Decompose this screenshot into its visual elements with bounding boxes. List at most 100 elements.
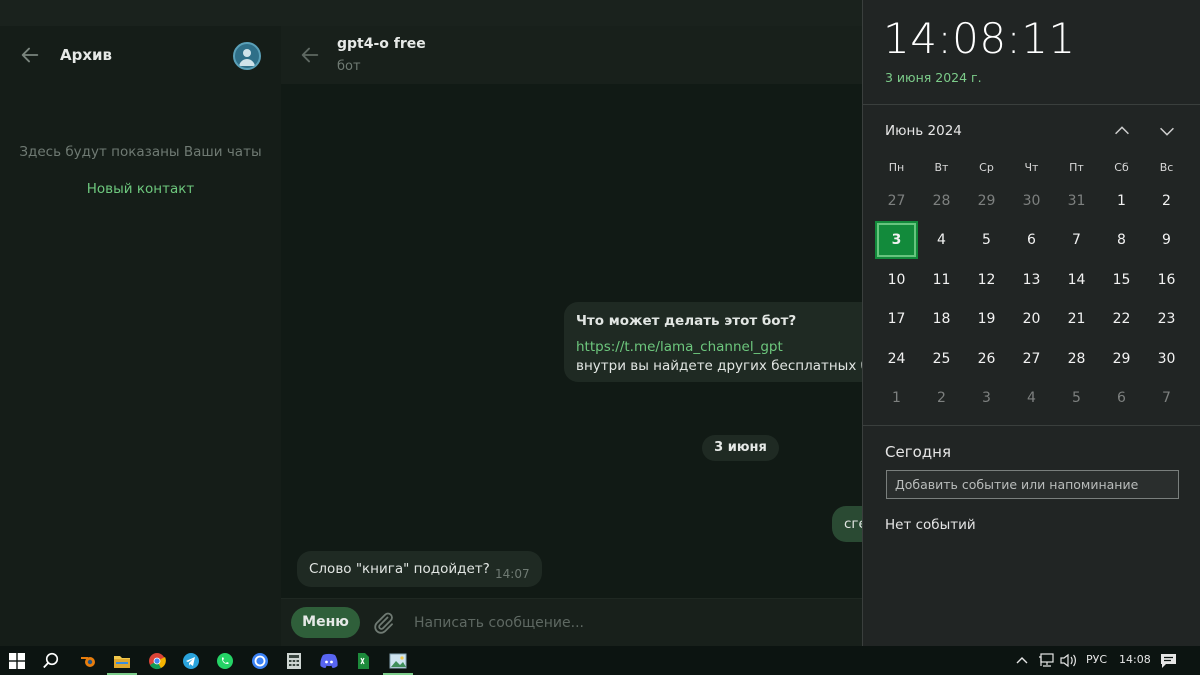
calendar-day[interactable]: 30	[1145, 340, 1188, 378]
calendar-day[interactable]: 19	[965, 300, 1008, 338]
calendar-day[interactable]: 24	[875, 340, 918, 378]
calendar-day[interactable]: 27	[875, 182, 918, 220]
weekday-label: Сб	[1114, 161, 1129, 174]
calendar-day[interactable]: 31	[1055, 182, 1098, 220]
calendar-day[interactable]: 16	[1145, 261, 1188, 299]
weekday-label: Пн	[888, 161, 905, 174]
taskbar: РУС 14:08	[0, 646, 1200, 675]
clock-date[interactable]: 3 июня 2024 г.	[885, 70, 982, 85]
taskbar-app-explorer[interactable]	[105, 646, 139, 675]
calendar-day[interactable]: 3	[965, 379, 1008, 417]
incoming-message-text: Слово "книга" подойдет?	[309, 561, 490, 577]
calendar-day[interactable]: 21	[1055, 300, 1098, 338]
language-indicator[interactable]: РУС	[1086, 653, 1107, 666]
calendar-day[interactable]: 27	[1010, 340, 1053, 378]
calendar-day[interactable]: 26	[965, 340, 1008, 378]
start-button[interactable]	[0, 646, 34, 675]
taskbar-app-photos[interactable]	[381, 646, 415, 675]
calendar-day[interactable]: 10	[875, 261, 918, 299]
windows-logo-icon	[9, 652, 25, 669]
incoming-message[interactable]: Слово "книга" подойдет? 14:07	[297, 551, 542, 587]
taskbar-app-blender[interactable]	[71, 646, 105, 675]
calendar-day[interactable]: 28	[1055, 340, 1098, 378]
taskbar-app-browser[interactable]	[243, 646, 277, 675]
calendar-day[interactable]: 14	[1055, 261, 1098, 299]
calendar-day[interactable]: 11	[920, 261, 963, 299]
add-event-input[interactable]	[886, 470, 1179, 499]
calendar-day[interactable]: 7	[1145, 379, 1188, 417]
message-input[interactable]	[414, 609, 834, 637]
calendar-day[interactable]: 17	[875, 300, 918, 338]
month-label[interactable]: Июнь 2024	[885, 123, 962, 139]
weekday-label: Вт	[934, 161, 949, 174]
taskbar-app-discord[interactable]	[312, 646, 346, 675]
clock-calendar-flyout: 14:08:11 3 июня 2024 г. Июнь 2024 Пн Вт Ср…	[862, 0, 1200, 646]
volume-icon[interactable]	[1060, 653, 1077, 668]
taskbar-app-document[interactable]	[346, 646, 380, 675]
calendar-day[interactable]: 12	[965, 261, 1008, 299]
photos-icon	[389, 653, 407, 668]
back-arrow-icon[interactable]	[299, 44, 321, 66]
taskbar-app-calculator[interactable]	[277, 646, 311, 675]
calendar-day[interactable]: 4	[920, 221, 963, 259]
calendar-day[interactable]: 23	[1145, 300, 1188, 338]
calendar-day[interactable]: 4	[1010, 379, 1053, 417]
calendar-day[interactable]: 29	[965, 182, 1008, 220]
browser-icon	[252, 652, 268, 669]
calculator-icon	[287, 652, 301, 669]
bot-menu-button[interactable]: Меню	[291, 607, 360, 638]
chevron-up-icon[interactable]	[1111, 120, 1133, 142]
calendar-day[interactable]: 13	[1010, 261, 1053, 299]
calendar-day[interactable]: 30	[1010, 182, 1053, 220]
calendar-day[interactable]: 1	[875, 379, 918, 417]
empty-chats-text: Здесь будут показаны Ваши чаты	[19, 144, 262, 160]
calendar-day[interactable]: 2	[1145, 182, 1188, 220]
taskbar-app-telegram[interactable]	[174, 646, 208, 675]
search-button[interactable]	[34, 646, 68, 675]
network-icon[interactable]	[1038, 653, 1054, 668]
notifications-icon[interactable]	[1160, 653, 1177, 669]
calendar-day[interactable]: 22	[1100, 300, 1143, 338]
back-arrow-icon[interactable]	[19, 44, 41, 66]
message-composer: Меню	[281, 598, 862, 646]
chat-header[interactable]: gpt4-o free бот	[281, 26, 862, 84]
weekday-label: Вс	[1159, 161, 1174, 174]
telegram-icon	[183, 652, 199, 669]
calendar-day[interactable]: 1	[1100, 182, 1143, 220]
chevron-up-icon[interactable]	[1016, 655, 1028, 667]
bot-info-link[interactable]: https://t.me/lama_channel_gpt	[576, 339, 783, 355]
calendar-day[interactable]: 25	[920, 340, 963, 378]
calendar-day[interactable]: 29	[1100, 340, 1143, 378]
calendar-day[interactable]: 9	[1145, 221, 1188, 259]
avatar[interactable]	[233, 42, 261, 70]
calendar-day[interactable]: 6	[1010, 221, 1053, 259]
calendar-day[interactable]: 15	[1100, 261, 1143, 299]
paperclip-icon[interactable]	[371, 611, 395, 635]
chevron-down-icon[interactable]	[1156, 120, 1178, 142]
window-title-strip	[0, 0, 862, 26]
calendar-day[interactable]: 5	[965, 221, 1008, 259]
bot-info-bubble: Что может делать этот бот? https://t.me/…	[564, 302, 894, 382]
taskbar-app-chrome[interactable]	[140, 646, 174, 675]
calendar-day[interactable]: 7	[1055, 221, 1098, 259]
new-contact-link[interactable]: Новый контакт	[0, 181, 281, 197]
taskbar-app-whatsapp[interactable]	[208, 646, 242, 675]
folder-icon	[114, 655, 130, 668]
calendar-day[interactable]: 28	[920, 182, 963, 220]
calendar-day[interactable]: 2	[920, 379, 963, 417]
calendar-day[interactable]: 18	[920, 300, 963, 338]
whatsapp-icon	[217, 652, 233, 669]
bot-info-question: Что может делать этот бот?	[576, 313, 797, 329]
calendar-day-today[interactable]: 3	[875, 221, 918, 259]
calendar-day[interactable]: 6	[1100, 379, 1143, 417]
desktop: Архив Здесь будут показаны Ваши чаты Нов…	[0, 0, 1200, 675]
calendar-day[interactable]: 8	[1100, 221, 1143, 259]
today-heading: Сегодня	[885, 443, 951, 461]
no-events-text: Нет событий	[885, 517, 976, 533]
calendar-day[interactable]: 20	[1010, 300, 1053, 338]
message-time: 14:07	[495, 567, 530, 581]
chat-area: gpt4-o free бот Что может делать этот бо…	[281, 26, 894, 646]
calendar-day[interactable]: 5	[1055, 379, 1098, 417]
taskbar-clock[interactable]: 14:08	[1119, 653, 1151, 666]
chat-status: бот	[337, 59, 361, 74]
